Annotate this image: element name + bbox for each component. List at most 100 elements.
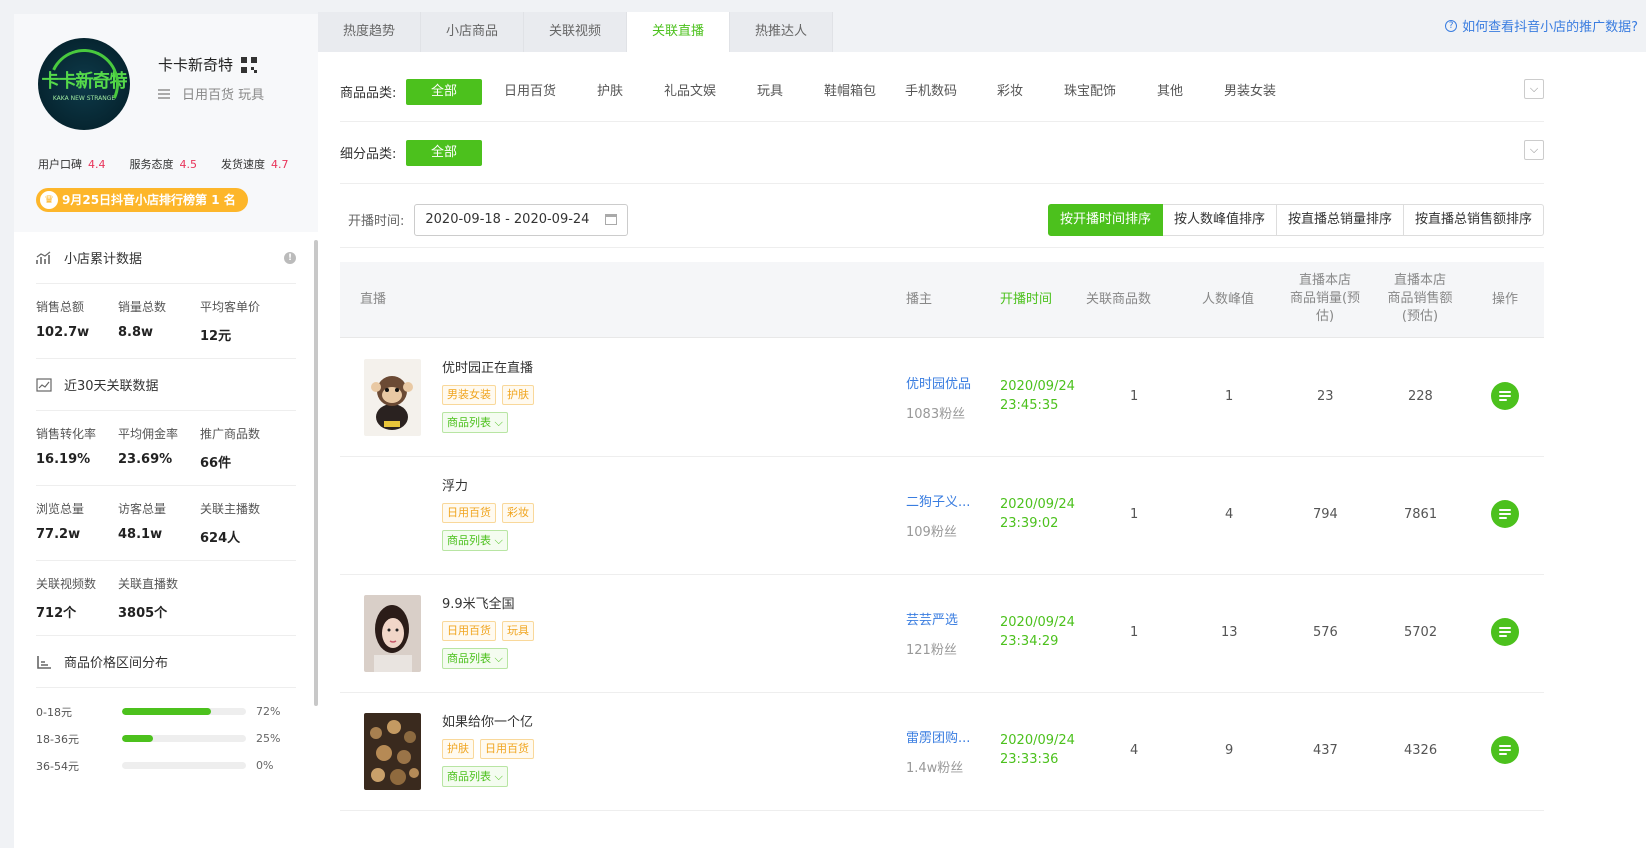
- product-count: 1: [1130, 625, 1139, 640]
- live-title[interactable]: 浮力: [442, 475, 468, 494]
- shop-logo: 卡卡新奇特 KAKA NEW STRANGE: [38, 38, 130, 130]
- category-chip[interactable]: 其他: [1130, 79, 1210, 105]
- category-chip[interactable]: 全部: [406, 78, 482, 105]
- category-tag: 日用百货: [442, 503, 496, 523]
- recent-stats-row3: 关联视频数 712个 关联直播数 3805个: [36, 561, 296, 636]
- detail-button[interactable]: [1491, 500, 1519, 528]
- category-chip[interactable]: 礼品文娱: [648, 79, 732, 105]
- price-bar-track: [122, 708, 246, 715]
- live-title[interactable]: 如果给你一个亿: [442, 711, 533, 730]
- date-range-value: 2020-09-18 - 2020-09-24: [425, 212, 590, 227]
- price-bar-fill: [122, 708, 212, 715]
- category-chip[interactable]: 手机数码: [892, 79, 970, 105]
- price-bar-track: [122, 735, 246, 742]
- product-count: 1: [1130, 389, 1139, 404]
- tab-related-lives[interactable]: 关联直播: [627, 12, 730, 52]
- anchor-fans: 109粉丝: [906, 525, 957, 540]
- price-distribution-title: 商品价格区间分布: [36, 636, 296, 688]
- stat-total-visitors: 访客总量 48.1w: [118, 502, 167, 542]
- subcategory-filter-label: 细分品类:: [340, 147, 397, 162]
- anchor-name[interactable]: 芸芸严选: [906, 609, 984, 628]
- header-start-time[interactable]: 开播时间: [1000, 291, 1052, 309]
- header-sales: 直播本店 商品销量(预 估): [1289, 273, 1361, 324]
- category-tag: 日用百货: [480, 739, 534, 759]
- stat-avg-order-price: 平均客单价 12元: [200, 300, 261, 344]
- date-range-picker[interactable]: 2020-09-18 - 2020-09-24: [414, 203, 629, 236]
- tab-bar: 热度趋势 小店商品 关联视频 关联直播 热推达人: [318, 12, 833, 52]
- live-thumbnail[interactable]: [364, 713, 421, 790]
- category-chip[interactable]: 玩具: [732, 79, 808, 105]
- rank-badge[interactable]: ♛ 9月25日抖音小店排行榜第 1 名: [36, 188, 248, 212]
- header-anchor: 播主: [906, 292, 933, 307]
- chevron-down-icon[interactable]: ⌵: [1524, 140, 1544, 160]
- category-chip[interactable]: 珠宝配饰: [1050, 79, 1130, 105]
- product-list-dropdown[interactable]: 商品列表 ⌵: [442, 530, 508, 551]
- live-tags: 日用百货 彩妆: [442, 503, 534, 523]
- stat-commission-rate: 平均佣金率 23.69%: [118, 427, 179, 467]
- bar-chart-icon: [37, 655, 51, 669]
- chevron-down-icon[interactable]: ⌵: [1524, 79, 1544, 99]
- category-chip[interactable]: 男装女装: [1210, 79, 1290, 105]
- sort-by-peak-button[interactable]: 按人数峰值排序: [1162, 203, 1277, 236]
- cumulative-stats: 销售总额 102.7w 销量总数 8.8w 平均客单价 12元: [36, 284, 296, 359]
- start-time: 2020/09/24 23:33:36: [1000, 733, 1075, 767]
- shop-categories: 日用百货 玩具: [158, 84, 264, 103]
- tab-related-videos[interactable]: 关联视频: [524, 12, 627, 52]
- rating-reputation: 用户口碑 4.4: [38, 158, 106, 171]
- tab-shop-products[interactable]: 小店商品: [421, 12, 524, 52]
- subcategory-filter: 细分品类: 全部 ⌵: [340, 122, 1544, 184]
- category-chip[interactable]: 鞋帽箱包: [808, 79, 892, 105]
- price-bar-row: 0-18元 72%: [36, 705, 281, 719]
- sort-by-sales-volume-button[interactable]: 按直播总销量排序: [1276, 203, 1404, 236]
- header-peak: 人数峰值: [1202, 292, 1255, 307]
- category-chip[interactable]: 彩妆: [970, 79, 1050, 105]
- live-tags: 日用百货 玩具: [442, 621, 534, 641]
- live-thumbnail[interactable]: [364, 595, 421, 672]
- price-distribution: 0-18元 72% 18-36元 25% 36-54元 0%: [36, 688, 296, 779]
- sort-by-sales-amount-button[interactable]: 按直播总销售额排序: [1403, 203, 1544, 236]
- tab-heat-trend[interactable]: 热度趋势: [318, 12, 421, 52]
- header-product-count: 关联商品数: [1086, 292, 1152, 307]
- detail-button[interactable]: [1491, 382, 1519, 410]
- category-tag: 男装女装: [442, 385, 496, 405]
- category-chip[interactable]: 护肤: [572, 79, 648, 105]
- anchor-name[interactable]: 雷雳团购...: [906, 727, 984, 746]
- live-thumbnail[interactable]: [364, 359, 421, 436]
- anchor-name[interactable]: 二狗子义...: [906, 491, 984, 510]
- product-list-dropdown[interactable]: 商品列表 ⌵: [442, 412, 508, 433]
- category-chip[interactable]: 日用百货: [488, 79, 572, 105]
- sales-volume: 576: [1313, 625, 1338, 640]
- detail-button[interactable]: [1491, 736, 1519, 764]
- product-list-dropdown[interactable]: 商品列表 ⌵: [442, 766, 508, 787]
- logo-arc: [39, 39, 129, 129]
- sort-by-start-time-button[interactable]: 按开播时间排序: [1047, 203, 1163, 236]
- live-tags: 护肤 日用百货: [442, 739, 534, 759]
- question-icon: ?: [1445, 19, 1458, 32]
- info-icon[interactable]: !: [284, 251, 296, 264]
- sales-amount: 5702: [1404, 625, 1438, 640]
- price-bar-row: 18-36元 25%: [36, 732, 281, 746]
- help-link[interactable]: ? 如何查看抖音小店的推广数据?: [1445, 16, 1638, 35]
- detail-button[interactable]: [1491, 618, 1519, 646]
- live-title[interactable]: 优时园正在直播: [442, 357, 533, 376]
- calendar-icon: [605, 214, 618, 225]
- price-bar-track: [122, 762, 246, 769]
- stat-promoted-products: 推广商品数 66件: [200, 427, 261, 471]
- category-tag: 玩具: [502, 621, 534, 641]
- tab-hot-influencers[interactable]: 热推达人: [730, 12, 833, 52]
- qrcode-icon[interactable]: [241, 56, 258, 73]
- sales-amount: 4326: [1404, 743, 1438, 758]
- subcategory-chip[interactable]: 全部: [406, 139, 482, 166]
- sort-button-group: 按开播时间排序 按人数峰值排序 按直播总销量排序 按直播总销售额排序: [1047, 203, 1544, 236]
- stat-conversion-rate: 销售转化率 16.19%: [36, 427, 97, 467]
- table-row: 浮力 日用百货 彩妆 商品列表 ⌵ 二狗子义... 109粉丝 2020/09/…: [340, 457, 1544, 575]
- category-filter-label: 商品品类:: [340, 86, 397, 101]
- live-title[interactable]: 9.9米飞全国: [442, 593, 515, 612]
- peak-viewers: 1: [1225, 389, 1234, 404]
- stat-total-sales-amount: 销售总额 102.7w: [36, 300, 90, 340]
- peak-viewers: 13: [1221, 625, 1238, 640]
- anchor-name[interactable]: 优时园优品: [906, 373, 984, 392]
- list-icon: [158, 88, 170, 99]
- product-list-dropdown[interactable]: 商品列表 ⌵: [442, 648, 508, 669]
- rating-shipping: 发货速度 4.7: [221, 158, 289, 171]
